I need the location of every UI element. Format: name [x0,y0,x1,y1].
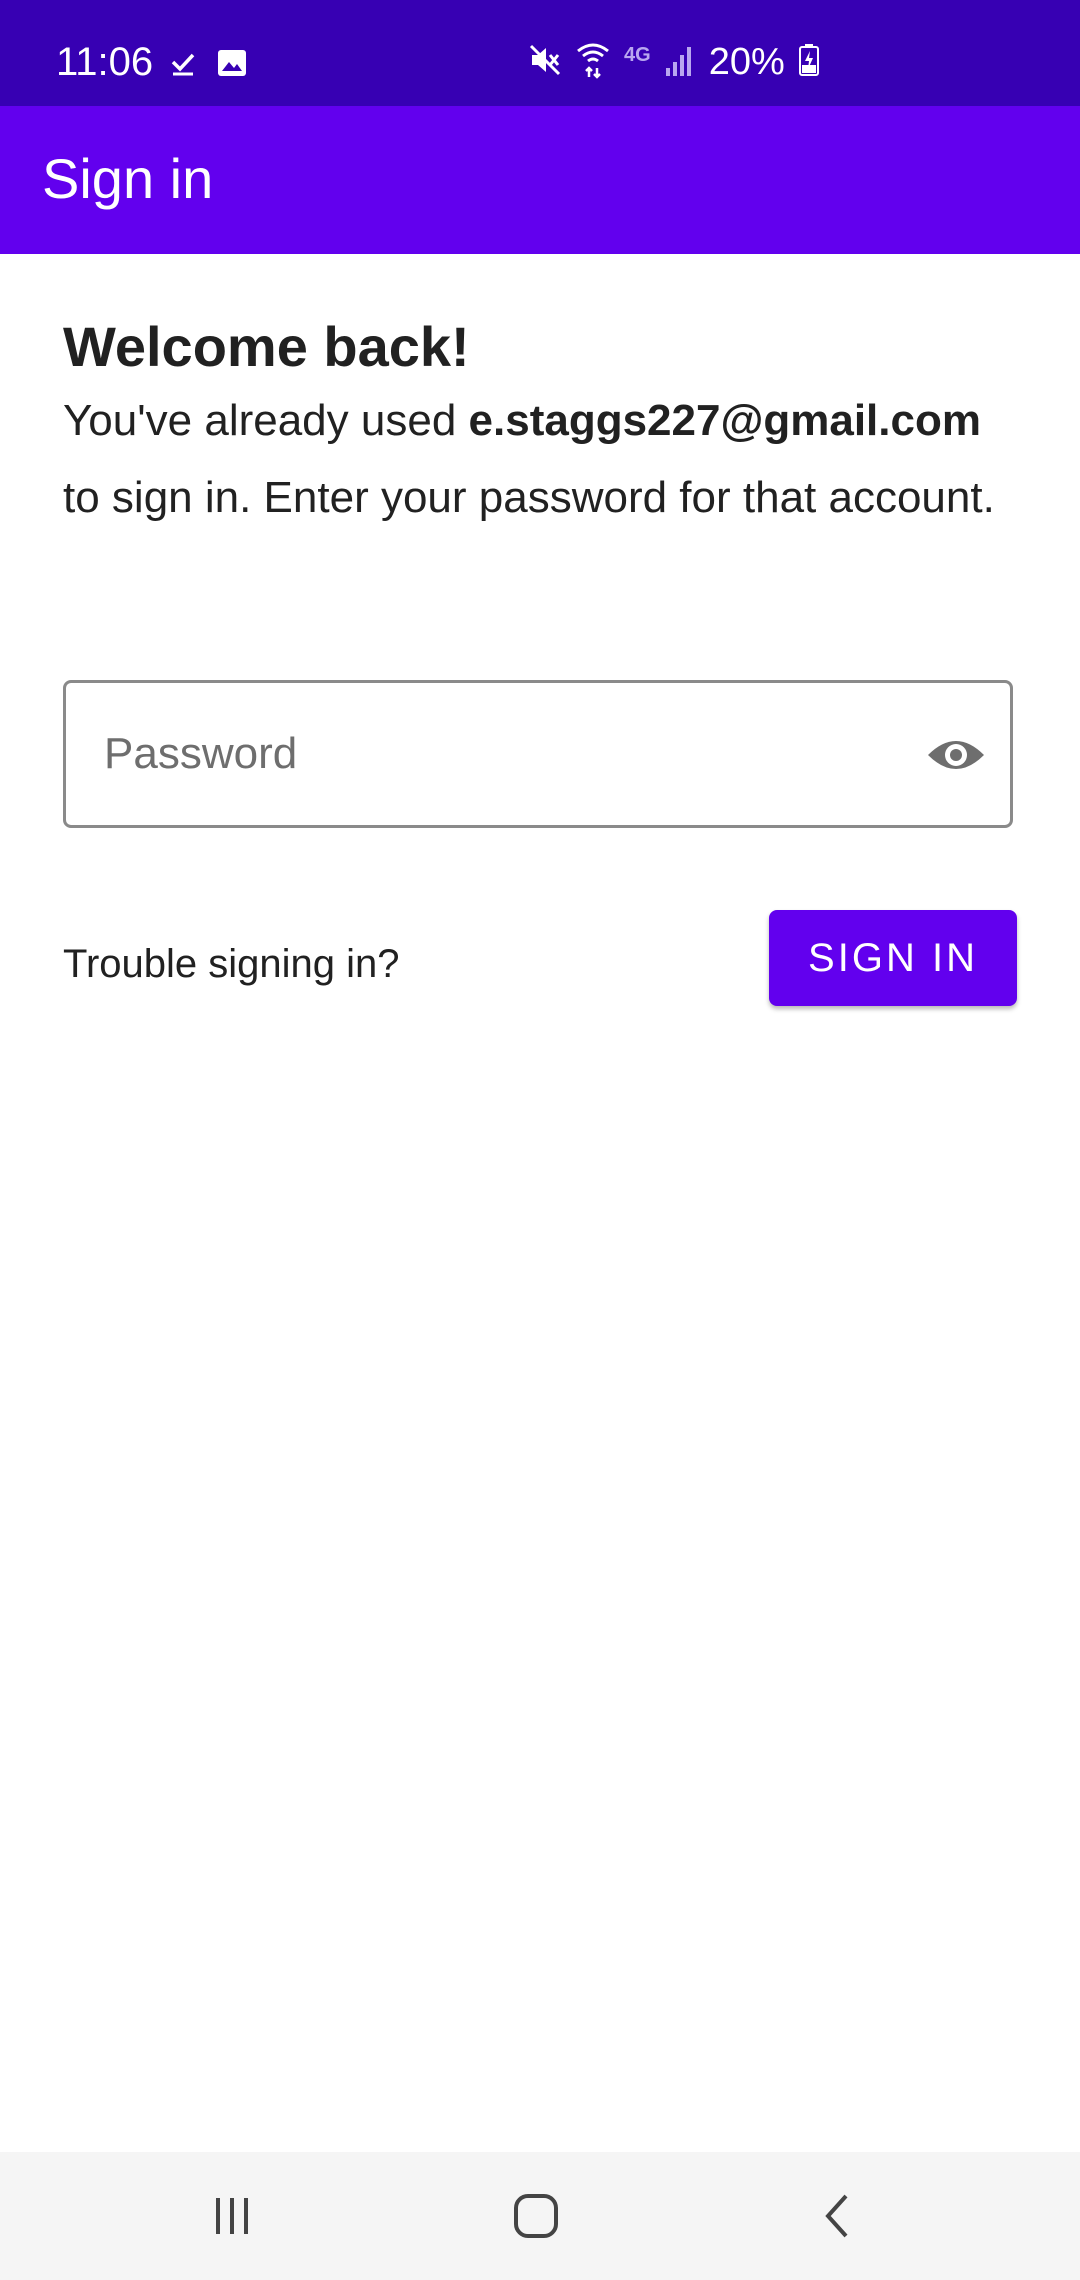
wifi-icon [576,41,610,84]
password-input[interactable] [104,719,884,789]
battery-charging-icon [798,43,819,81]
mute-icon [528,43,562,82]
account-email: e.staggs227@gmail.com [468,396,981,445]
sign-in-button[interactable]: SIGN IN [769,910,1017,1006]
recent-apps-icon[interactable] [202,2186,262,2246]
battery-percent: 20% [708,41,785,83]
network-4g-icon: 4G [624,44,651,66]
status-left-icons [170,48,248,83]
app-bar: Sign in [0,106,1080,254]
trouble-signing-in-link[interactable]: Trouble signing in? [63,934,400,994]
visibility-toggle-icon[interactable] [924,727,988,783]
password-field[interactable] [63,680,1013,828]
page-title: Sign in [42,147,214,210]
check-icon [170,50,196,81]
status-bar: 11:06 4G 20% [0,0,1080,106]
signal-icon [665,44,695,81]
welcome-message-suffix: to sign in. Enter your password for that… [63,473,995,522]
welcome-title: Welcome back! [63,315,470,378]
status-time: 11:06 [56,40,154,84]
welcome-message: You've already used e.staggs227@gmail.co… [63,382,1023,536]
welcome-message-prefix: You've already used [63,396,469,445]
back-icon[interactable] [808,2186,868,2246]
navigation-bar [0,2152,1080,2280]
status-right: 4G 20% [528,38,819,86]
home-icon[interactable] [506,2186,566,2246]
image-icon [216,48,248,83]
